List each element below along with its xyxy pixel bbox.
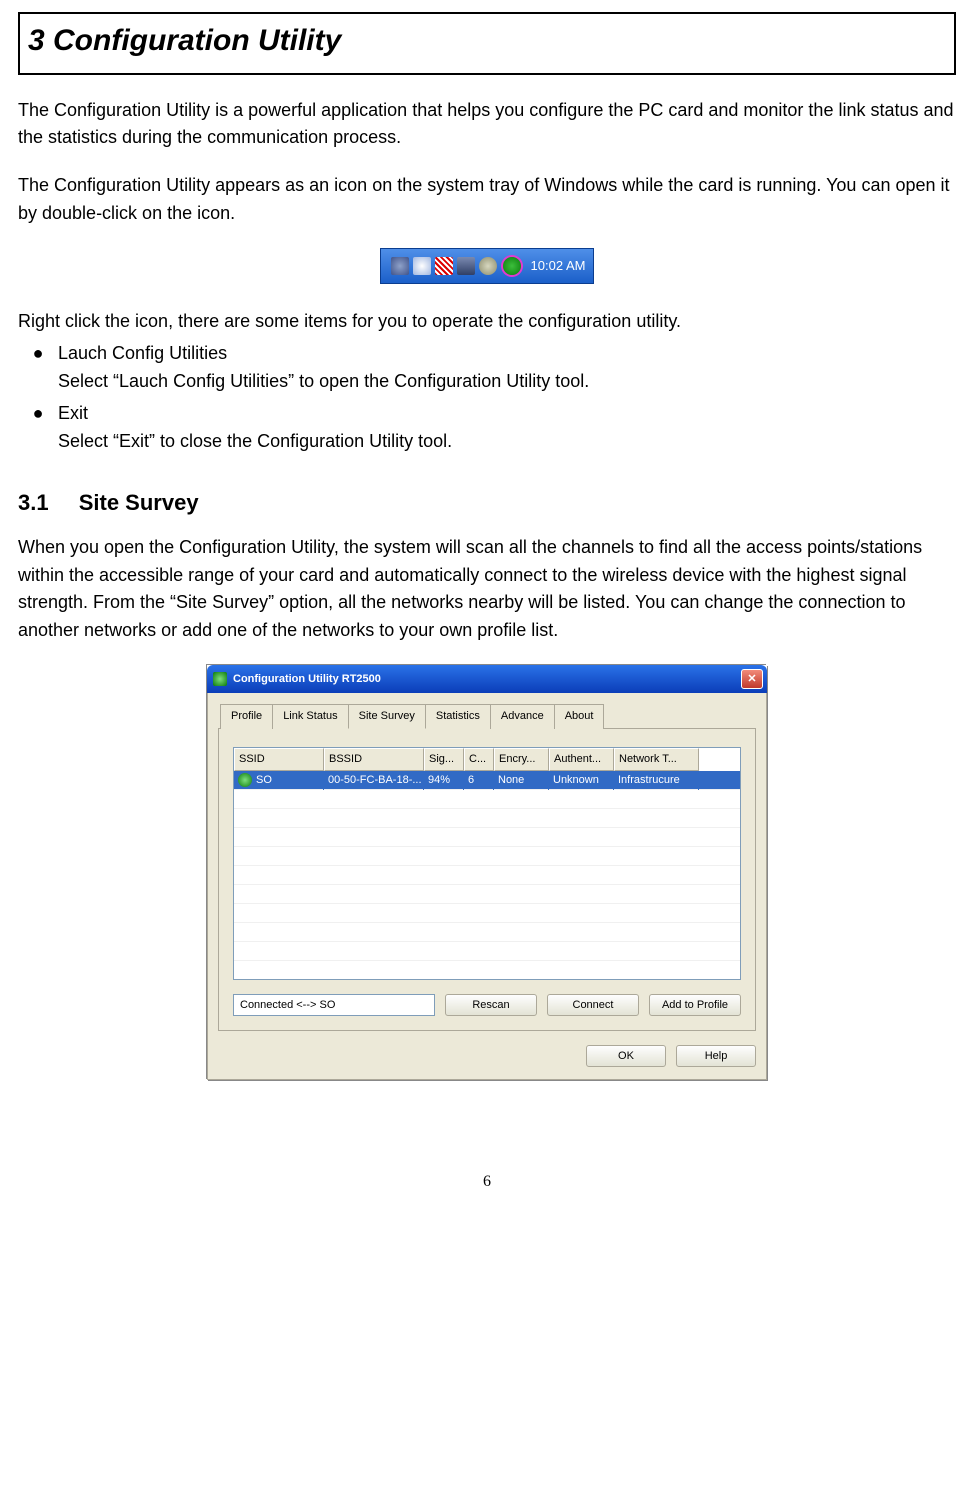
connection-status-field (233, 994, 435, 1016)
column-header[interactable]: SSID (234, 748, 324, 771)
subsection-number: 3.1 (18, 486, 49, 520)
system-tray-figure: 10:02 AM (18, 248, 956, 284)
table-row[interactable] (234, 903, 740, 922)
tray-icon (457, 257, 475, 275)
intro-paragraph-2: The Configuration Utility appears as an … (18, 172, 956, 228)
help-button[interactable]: Help (676, 1045, 756, 1067)
bullet-title: Lauch Config Utilities (58, 340, 956, 368)
intro-paragraph-1: The Configuration Utility is a powerful … (18, 97, 956, 153)
tab-link-status[interactable]: Link Status (272, 704, 348, 729)
list-item: ● Exit Select “Exit” to close the Config… (18, 400, 956, 456)
cell: 6 (464, 771, 494, 790)
connect-button[interactable]: Connect (547, 994, 639, 1016)
tab-about[interactable]: About (554, 704, 605, 729)
site-survey-paragraph: When you open the Configuration Utility,… (18, 534, 956, 646)
subsection-title: Site Survey (79, 490, 199, 515)
tray-icon (479, 257, 497, 275)
close-button[interactable]: ✕ (741, 669, 763, 689)
config-utility-dialog: Configuration Utility RT2500 ✕ ProfileLi… (207, 665, 767, 1080)
tray-icon (413, 257, 431, 275)
rescan-button[interactable]: Rescan (445, 994, 537, 1016)
tray-icon (391, 257, 409, 275)
ok-button[interactable]: OK (586, 1045, 666, 1067)
cell: SO (234, 771, 324, 790)
table-row[interactable] (234, 884, 740, 903)
tab-statistics[interactable]: Statistics (425, 704, 491, 729)
system-tray: 10:02 AM (380, 248, 595, 284)
column-header[interactable]: C... (464, 748, 494, 771)
column-header[interactable]: BSSID (324, 748, 424, 771)
tray-icon (435, 257, 453, 275)
subsection-heading: 3.1 Site Survey (18, 486, 956, 520)
section-heading: 3 Configuration Utility (28, 14, 946, 69)
dialog-title: Configuration Utility RT2500 (233, 671, 381, 688)
dialog-figure: Configuration Utility RT2500 ✕ ProfileLi… (18, 665, 956, 1080)
table-row[interactable]: SO00-50-FC-BA-18-...94%6NoneUnknownInfra… (234, 771, 740, 789)
app-icon (213, 672, 227, 686)
section-heading-box: 3 Configuration Utility (18, 12, 956, 75)
table-row[interactable] (234, 827, 740, 846)
column-header[interactable]: Authent... (549, 748, 614, 771)
cell: Unknown (549, 771, 614, 790)
list-item: ● Lauch Config Utilities Select “Lauch C… (18, 340, 956, 396)
status-row: Rescan Connect Add to Profile (233, 994, 741, 1016)
tray-clock: 10:02 AM (531, 256, 586, 276)
table-row[interactable] (234, 865, 740, 884)
column-header[interactable]: Network T... (614, 748, 699, 771)
highlighted-utility-icon (503, 257, 521, 275)
table-row[interactable] (234, 922, 740, 941)
table-row[interactable] (234, 789, 740, 808)
cell: None (494, 771, 549, 790)
network-listview[interactable]: SSIDBSSIDSig...C...Encry...Authent...Net… (233, 747, 741, 980)
connected-icon (238, 773, 252, 787)
bullet-description: Select “Exit” to close the Configuration… (18, 428, 956, 456)
table-row[interactable] (234, 808, 740, 827)
column-header[interactable]: Encry... (494, 748, 549, 771)
tab-strip: ProfileLink StatusSite SurveyStatisticsA… (218, 703, 756, 729)
bullet-description: Select “Lauch Config Utilities” to open … (18, 368, 956, 396)
cell: 94% (424, 771, 464, 790)
dialog-titlebar: Configuration Utility RT2500 ✕ (207, 665, 767, 693)
tab-profile[interactable]: Profile (220, 704, 273, 729)
tab-site-survey[interactable]: Site Survey (348, 704, 426, 729)
listview-headers: SSIDBSSIDSig...C...Encry...Authent...Net… (234, 748, 740, 771)
add-to-profile-button[interactable]: Add to Profile (649, 994, 741, 1016)
tab-advance[interactable]: Advance (490, 704, 555, 729)
bullet-icon: ● (18, 400, 58, 428)
context-menu-intro: Right click the icon, there are some ite… (18, 308, 956, 336)
table-row[interactable] (234, 941, 740, 960)
cell: 00-50-FC-BA-18-... (324, 771, 424, 790)
bullet-title: Exit (58, 400, 956, 428)
dialog-body: ProfileLink StatusSite SurveyStatisticsA… (207, 693, 767, 1080)
bullet-icon: ● (18, 340, 58, 368)
cell: Infrastrucure (614, 771, 699, 790)
dialog-bottom-buttons: OK Help (218, 1045, 756, 1067)
context-menu-list: ● Lauch Config Utilities Select “Lauch C… (18, 340, 956, 456)
page-number: 6 (18, 1170, 956, 1195)
table-row[interactable] (234, 960, 740, 979)
site-survey-panel: SSIDBSSIDSig...C...Encry...Authent...Net… (218, 729, 756, 1031)
column-header[interactable]: Sig... (424, 748, 464, 771)
table-row[interactable] (234, 846, 740, 865)
